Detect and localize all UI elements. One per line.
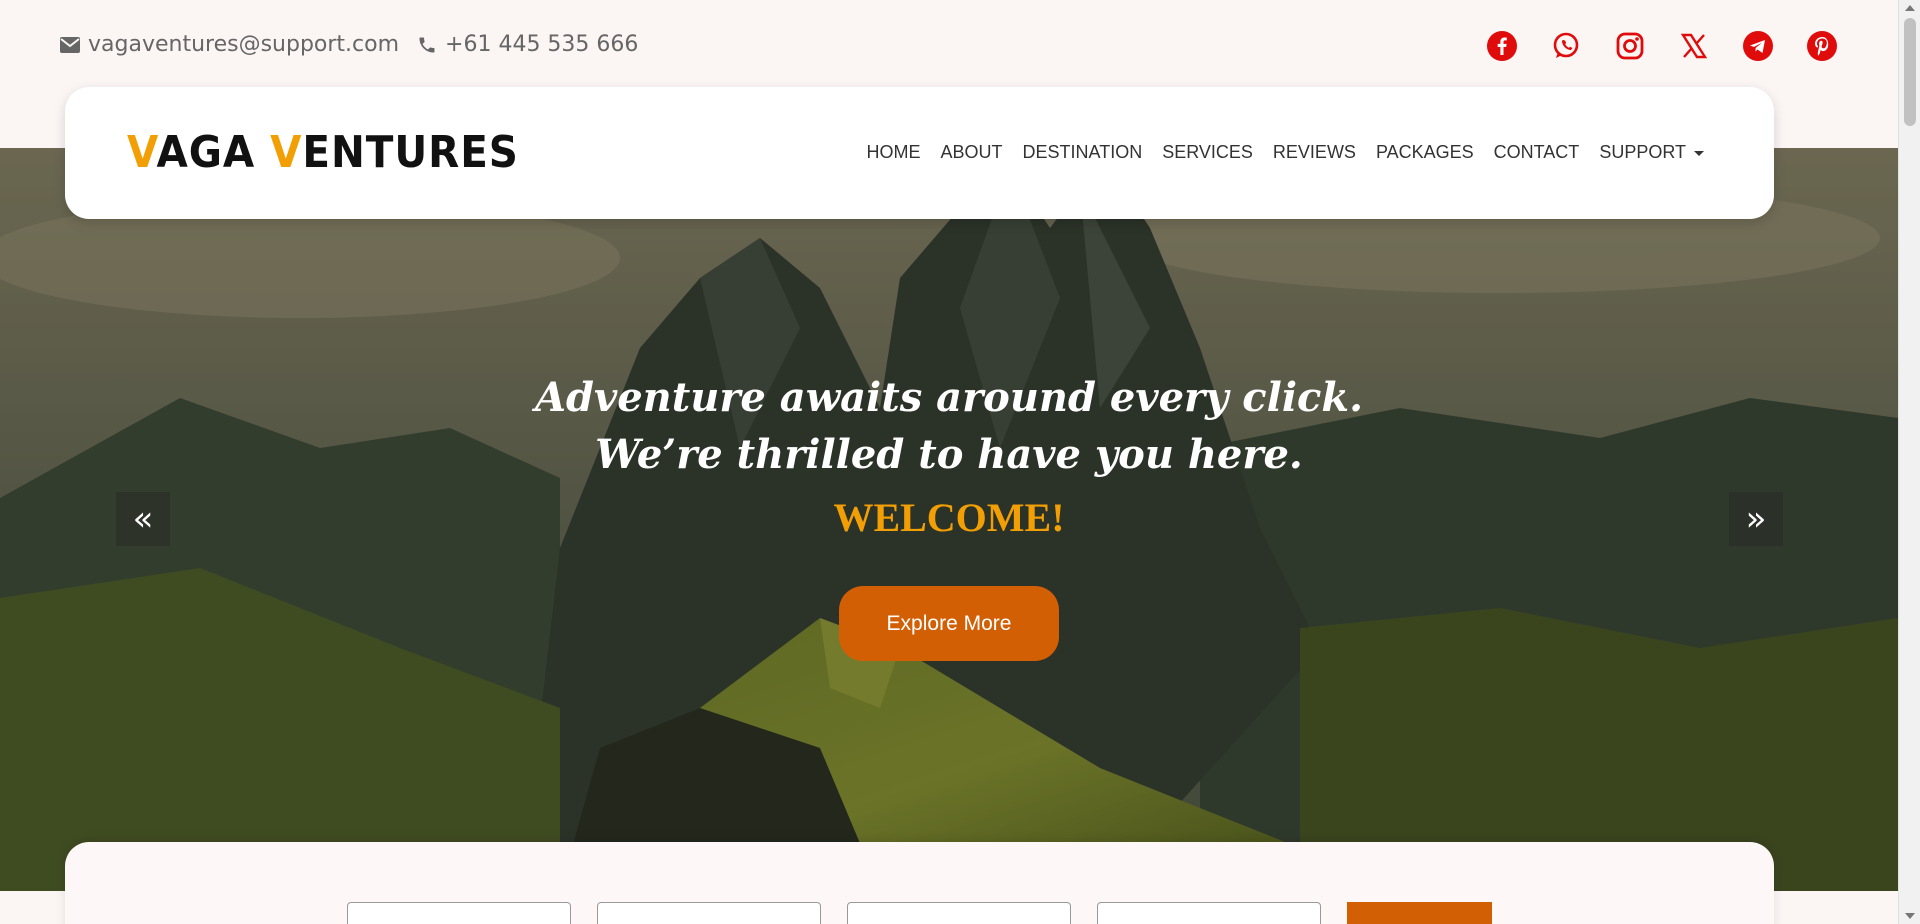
- caret-down-icon: [1694, 150, 1704, 156]
- phone-text: +61 445 535 666: [445, 32, 639, 57]
- search-field-2[interactable]: [597, 902, 821, 924]
- scroll-up-icon[interactable]: [1905, 5, 1915, 11]
- hero-tagline-2: We’re thrilled to have you here.: [595, 431, 1303, 478]
- phone-link[interactable]: +61 445 535 666: [417, 32, 638, 57]
- email-text: vagaventures@support.com: [88, 32, 400, 57]
- page-scrollbar[interactable]: [1898, 0, 1920, 924]
- nav-packages[interactable]: PACKAGES: [1376, 142, 1474, 163]
- contact-info: vagaventures@support.com +61 445 535 666: [60, 32, 656, 57]
- nav-about[interactable]: ABOUT: [941, 142, 1003, 163]
- hero-tagline-1: Adventure awaits around every click.: [534, 374, 1364, 421]
- search-field-1[interactable]: [347, 902, 571, 924]
- scrollbar-thumb[interactable]: [1904, 18, 1916, 126]
- logo-initial-2: V: [270, 127, 303, 178]
- search-field-4[interactable]: [1097, 902, 1321, 924]
- nav-destination[interactable]: DESTINATION: [1023, 142, 1143, 163]
- nav-reviews[interactable]: REVIEWS: [1273, 142, 1356, 163]
- telegram-icon[interactable]: [1742, 30, 1774, 62]
- nav-support-label: SUPPORT: [1599, 142, 1686, 162]
- x-icon[interactable]: [1678, 30, 1710, 62]
- nav-services[interactable]: SERVICES: [1162, 142, 1253, 163]
- nav-contact[interactable]: CONTACT: [1494, 142, 1580, 163]
- instagram-icon[interactable]: [1614, 30, 1646, 62]
- scroll-down-icon[interactable]: [1905, 913, 1915, 919]
- explore-more-button[interactable]: Explore More: [839, 586, 1059, 661]
- search-field-3[interactable]: [847, 902, 1071, 924]
- navbar: VAGA VENTURES HOME ABOUT DESTINATION SER…: [65, 87, 1774, 219]
- site-logo[interactable]: VAGA VENTURES: [127, 127, 519, 178]
- carousel-next-button[interactable]: »: [1729, 492, 1783, 546]
- pinterest-icon[interactable]: [1806, 30, 1838, 62]
- nav-support-dropdown[interactable]: SUPPORT: [1599, 142, 1704, 163]
- envelope-icon: [60, 36, 80, 53]
- hero-welcome: WELCOME!: [833, 495, 1065, 540]
- search-button[interactable]: [1347, 902, 1492, 924]
- logo-initial-1: V: [127, 127, 157, 178]
- facebook-icon[interactable]: [1486, 30, 1518, 62]
- phone-icon: [419, 37, 435, 52]
- logo-word-1: AGA: [156, 127, 271, 178]
- main-nav: HOME ABOUT DESTINATION SERVICES REVIEWS …: [847, 142, 1704, 163]
- nav-home[interactable]: HOME: [867, 142, 921, 163]
- logo-word-2: ENTURES: [302, 127, 519, 178]
- email-link[interactable]: vagaventures@support.com: [60, 32, 399, 57]
- social-links: [1454, 30, 1838, 62]
- whatsapp-icon[interactable]: [1550, 30, 1582, 62]
- carousel-prev-button[interactable]: «: [116, 492, 170, 546]
- search-panel: [65, 842, 1774, 924]
